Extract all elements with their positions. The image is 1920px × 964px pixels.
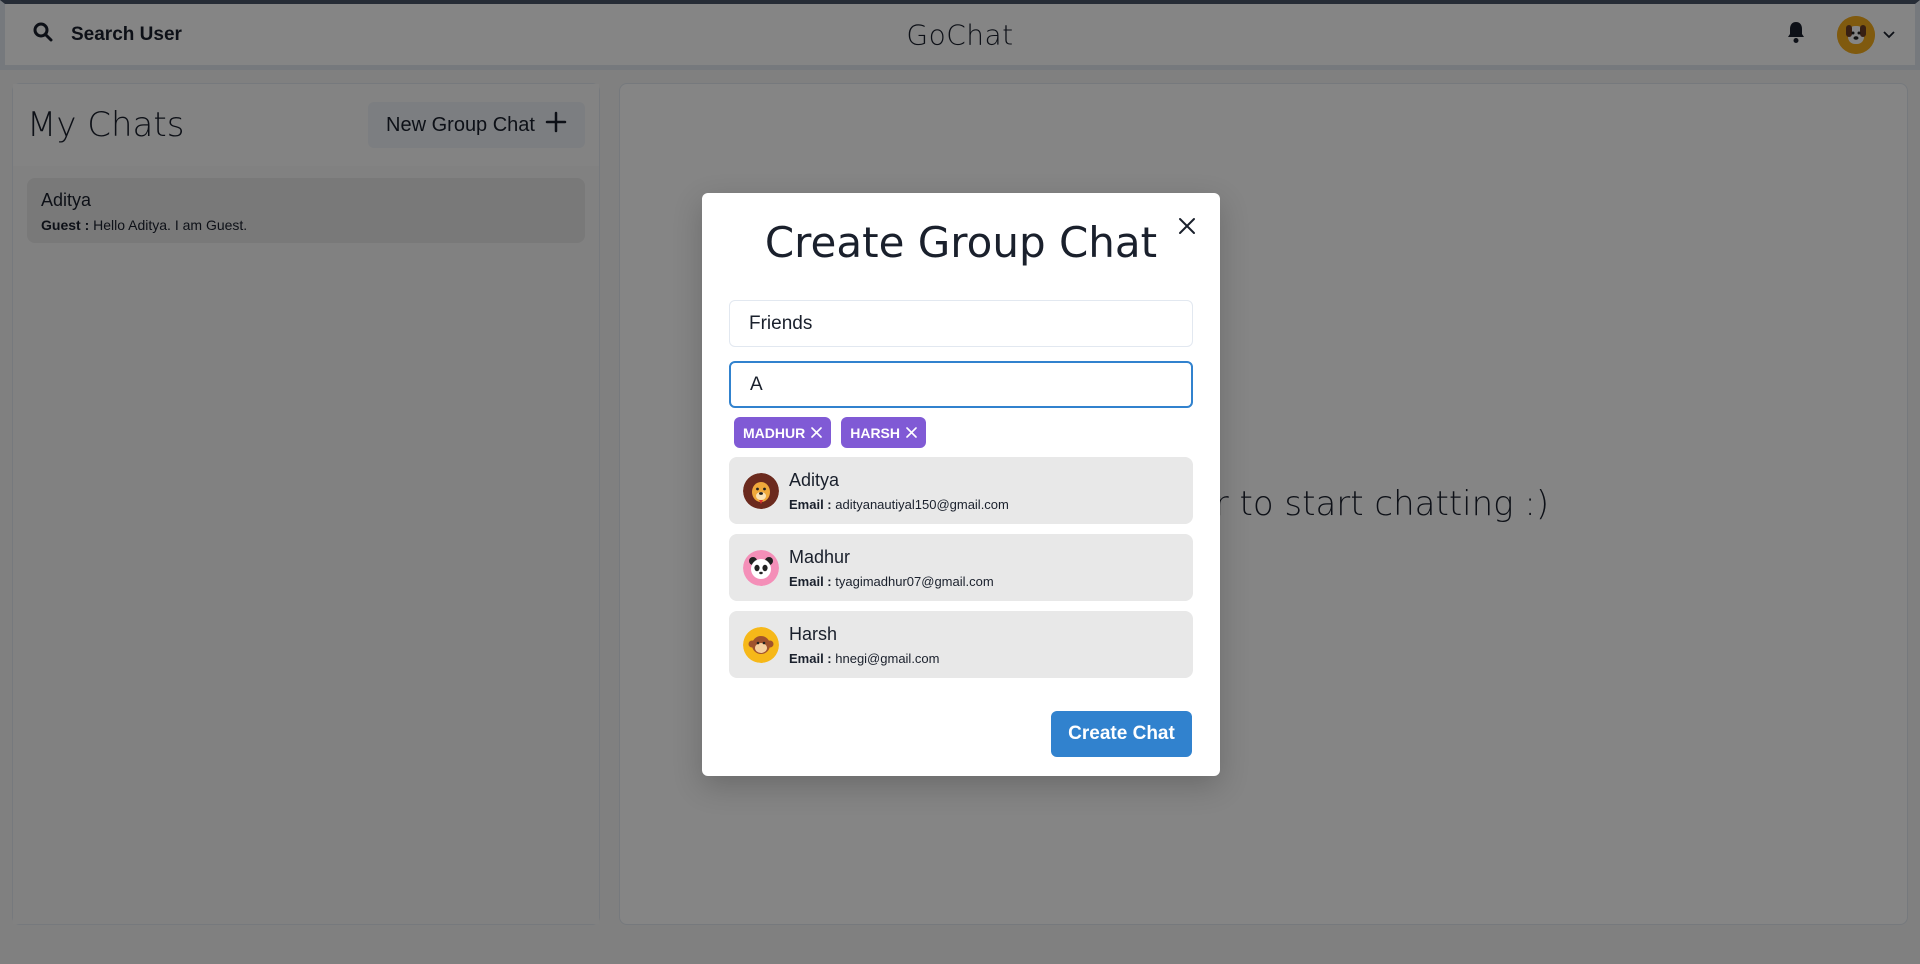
- email-label: Email :: [789, 496, 832, 512]
- user-badge-harsh[interactable]: HARSH: [841, 417, 926, 448]
- user-email: Email : adityanautiyal150@gmail.com: [789, 497, 1009, 512]
- selected-users: MADHUR HARSH: [734, 417, 1193, 449]
- chat-name-input[interactable]: Friends: [729, 300, 1193, 347]
- user-email: Email : hnegi@gmail.com: [789, 651, 940, 666]
- close-icon[interactable]: [1172, 211, 1202, 241]
- close-icon[interactable]: [906, 425, 917, 441]
- monkey-avatar-icon: [743, 626, 779, 663]
- panda-avatar-icon: [743, 549, 779, 586]
- email-value: tyagimadhur07@gmail.com: [835, 573, 994, 589]
- modal-title: Create Group Chat: [764, 218, 1158, 267]
- create-chat-button[interactable]: Create Chat: [1051, 711, 1192, 757]
- user-list-item[interactable]: Madhur Email : tyagimadhur07@gmail.com: [729, 534, 1193, 601]
- email-label: Email :: [789, 573, 832, 589]
- user-list-item[interactable]: Aditya Email : adityanautiyal150@gmail.c…: [729, 457, 1193, 524]
- user-email: Email : tyagimadhur07@gmail.com: [789, 574, 994, 589]
- user-name: Madhur: [789, 546, 851, 567]
- user-name: Harsh: [789, 623, 838, 644]
- search-results: Aditya Email : adityanautiyal150@gmail.c…: [729, 457, 1193, 678]
- close-icon[interactable]: [811, 425, 823, 441]
- user-badge-label: MADHUR: [743, 424, 806, 441]
- modal-body: Friends A MADHUR HARSH Aditya Email: ad…: [729, 300, 1193, 678]
- user-badge-madhur[interactable]: MADHUR: [734, 417, 832, 448]
- email-value: adityanautiyal150@gmail.com: [835, 496, 1009, 512]
- create-group-modal: Create Group Chat Friends A MADHUR HARSH: [702, 193, 1220, 776]
- user-name: Aditya: [789, 469, 840, 490]
- add-users-input[interactable]: A: [729, 361, 1193, 408]
- dog-avatar-icon: [743, 472, 779, 509]
- email-label: Email :: [789, 650, 832, 666]
- user-badge-label: HARSH: [850, 424, 900, 441]
- app-root: Search User GoChat My Chats New Group Ch…: [0, 0, 1920, 964]
- user-list-item[interactable]: Harsh Email : hnegi@gmail.com: [729, 611, 1193, 678]
- email-value: hnegi@gmail.com: [835, 650, 940, 666]
